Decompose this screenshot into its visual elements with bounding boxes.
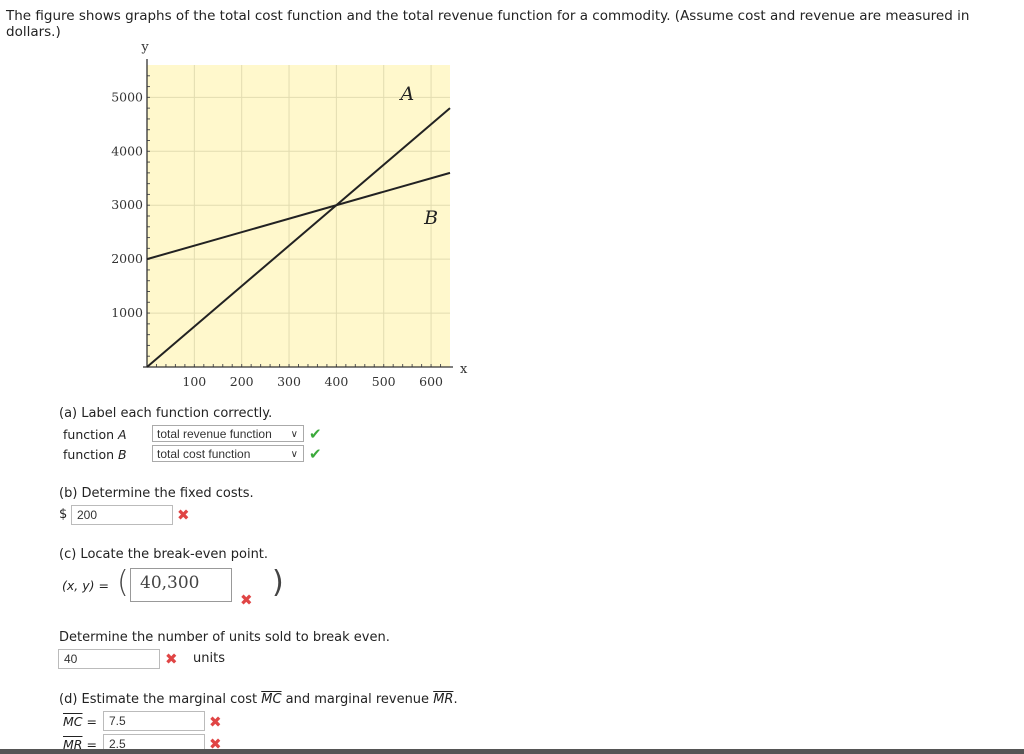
xy-label: (x, y) = (62, 578, 109, 593)
window-bottom-bar (0, 749, 1024, 754)
x-axis-label: x (460, 362, 468, 377)
y-tick-label: 5000 (111, 89, 143, 104)
x-icon: ✖ (165, 650, 178, 668)
x-tick-label: 300 (277, 374, 301, 389)
function-a-label: function A (63, 427, 127, 442)
chart: 100 200 300 400 500 600 1000 2000 3000 4000 5000 x y… (111, 40, 468, 389)
function-b-select[interactable]: total cost function ∨ (152, 445, 304, 462)
part-c-prompt: (c) Locate the break-even point. (59, 547, 269, 562)
prompt-text: and marginal revenue (285, 692, 430, 707)
part-b-prompt: (b) Determine the fixed costs. (59, 486, 254, 501)
x-tick-label: 200 (230, 374, 254, 389)
series-label-B: B (423, 207, 438, 229)
function-a-select[interactable]: total revenue function ∨ (152, 425, 304, 442)
units-label: units (193, 651, 225, 666)
mc-symbol: MC (261, 692, 282, 707)
chevron-down-icon: ∨ (290, 429, 298, 440)
select-value: total revenue function (157, 427, 272, 441)
y-tick-label: 3000 (111, 197, 143, 212)
x-tick-label: 400 (324, 374, 348, 389)
y-tick-label: 1000 (111, 305, 143, 320)
mc-label: MC = (63, 714, 97, 729)
part-a-prompt: (a) Label each function correctly. (59, 406, 273, 421)
x-icon: ✖ (177, 506, 190, 524)
check-icon: ✔ (309, 425, 322, 443)
select-value: total cost function (157, 447, 251, 461)
check-icon: ✔ (309, 445, 322, 463)
label-text: function (63, 427, 115, 442)
series-label-A: A (399, 83, 415, 105)
mc-symbol: MC (63, 714, 83, 729)
dollar-sign: $ (59, 507, 68, 522)
function-b-label: function B (63, 447, 127, 462)
prompt-text: (d) Estimate the marginal cost (59, 692, 258, 707)
units-prompt: Determine the number of units sold to br… (59, 630, 390, 645)
x-tick-label: 500 (372, 374, 396, 389)
label-text: function (63, 447, 115, 462)
x-tick-label: 600 (419, 374, 443, 389)
x-tick-label: 100 (182, 374, 206, 389)
mc-input[interactable]: 7.5 (103, 711, 205, 731)
y-axis-label: y (140, 40, 149, 55)
var-text: B (118, 447, 127, 462)
mr-symbol: MR (433, 692, 454, 707)
open-paren: ( (117, 565, 129, 600)
part-d-prompt: (d) Estimate the marginal cost MC and ma… (59, 692, 458, 707)
var-text: A (118, 427, 127, 442)
fixed-costs-input[interactable]: 200 (71, 505, 173, 525)
chevron-down-icon: ∨ (290, 449, 298, 460)
y-tick-label: 2000 (111, 251, 143, 266)
x-icon: ✖ (209, 713, 222, 731)
x-icon: ✖ (240, 591, 253, 609)
units-input[interactable]: 40 (58, 649, 160, 669)
close-paren: ) (272, 565, 284, 600)
y-tick-label: 4000 (111, 143, 143, 158)
break-even-input[interactable]: 40,300 (130, 568, 232, 602)
